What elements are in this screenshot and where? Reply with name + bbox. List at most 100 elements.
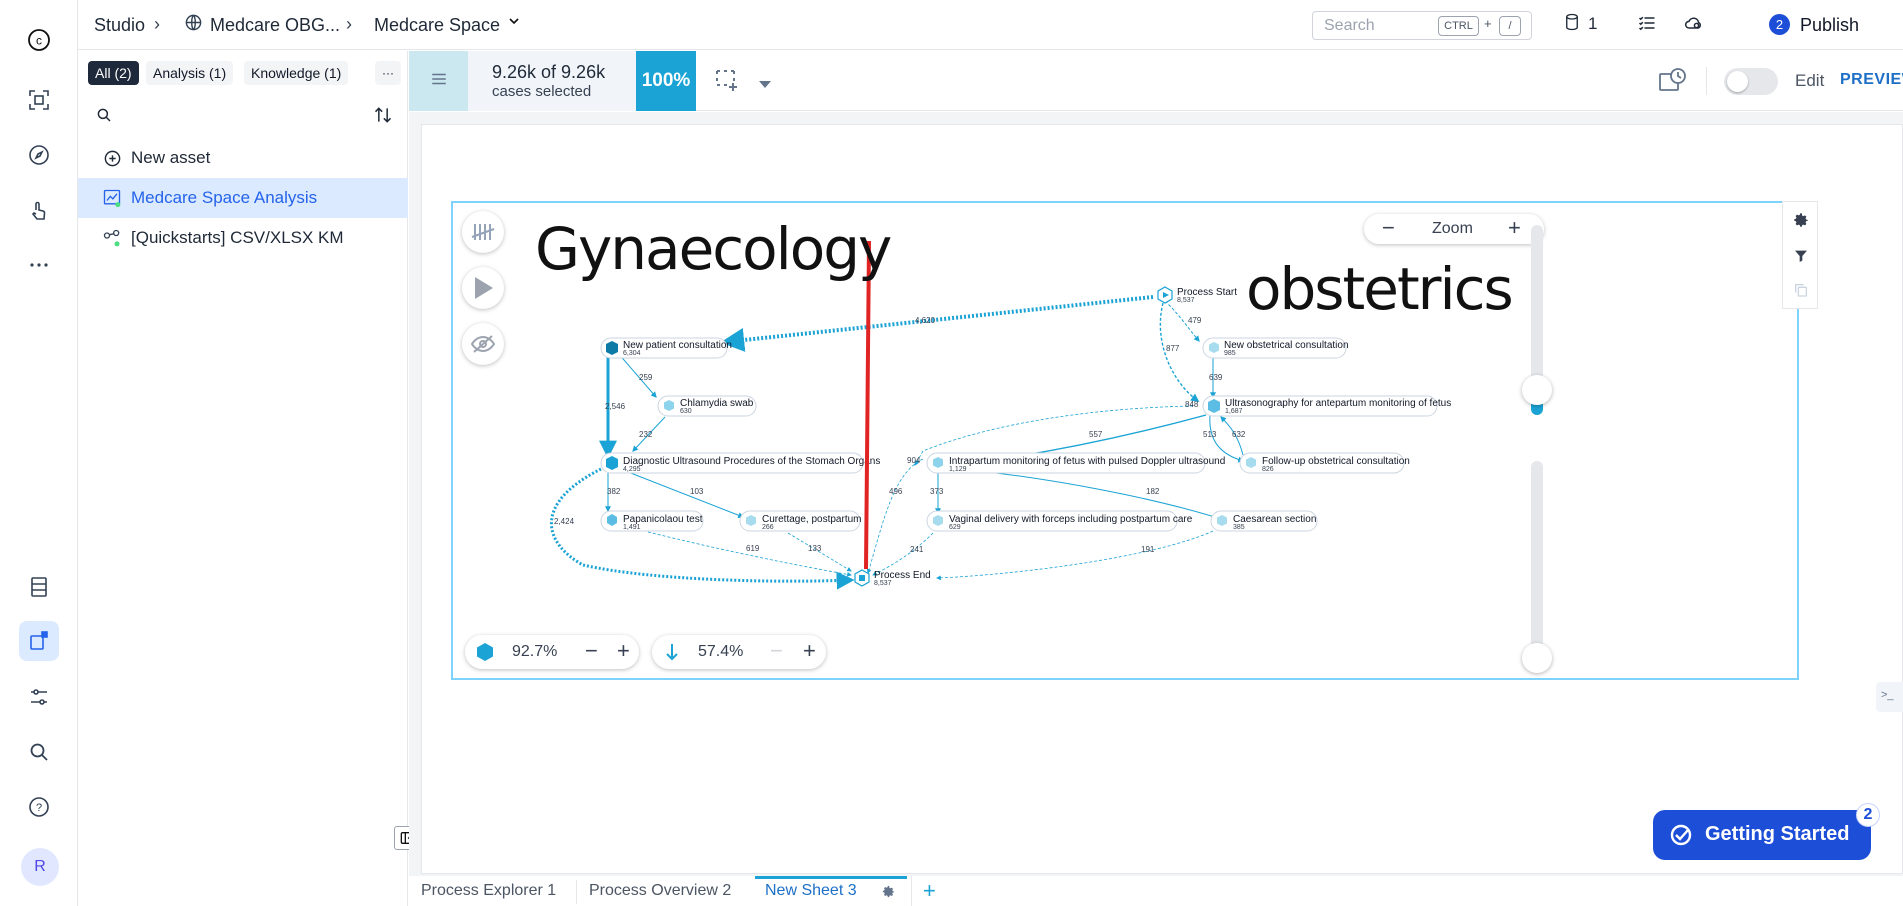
getting-started-label: Getting Started (1705, 823, 1850, 845)
tab-divider (576, 880, 577, 904)
sort-icon[interactable] (372, 105, 394, 130)
preview-button[interactable]: PREVIEW (1840, 71, 1903, 89)
terminal-icon: >_ (1881, 689, 1894, 701)
search-input[interactable]: Search CTRL + / (1312, 11, 1532, 40)
chip-all[interactable]: All (2) (88, 61, 139, 85)
copy-icon[interactable] (1791, 280, 1811, 300)
divider (1706, 67, 1707, 95)
arrow-down-icon (664, 642, 680, 667)
path-increase-button[interactable]: + (803, 639, 816, 663)
activity-increase-button[interactable]: + (617, 639, 630, 663)
node-label: Caesarean section (1233, 514, 1316, 525)
touch-icon[interactable] (19, 191, 59, 231)
help-icon[interactable]: ? (19, 787, 59, 827)
edge-label: 259 (639, 373, 653, 382)
path-vertical-track[interactable] (1531, 461, 1543, 649)
kbd-ctrl: CTRL (1438, 16, 1479, 36)
edge (617, 467, 745, 519)
breadcrumb-package[interactable]: Medcare OBG... (210, 15, 340, 36)
path-slider[interactable]: 57.4% − + (652, 635, 826, 669)
edge-label: 191 (1141, 545, 1155, 554)
breadcrumb-studio[interactable]: Studio (94, 15, 145, 36)
filter-icon[interactable] (1791, 246, 1811, 266)
database-icon[interactable] (1563, 13, 1581, 36)
path-decrease-button[interactable]: − (770, 639, 783, 663)
side-drawer-handle[interactable]: >_ (1876, 682, 1903, 712)
gear-icon[interactable] (1791, 210, 1811, 230)
chevron-down-icon[interactable] (506, 13, 522, 34)
tab-divider (911, 876, 912, 906)
node-new-obstetrical-consultation: New obstetrical consultation 985 (1202, 337, 1349, 359)
hamburger-icon (430, 71, 448, 92)
annotation-divider-line (864, 240, 871, 570)
node-count: 4,295 (623, 466, 641, 473)
edge-label: 4,620 (915, 316, 936, 325)
gear-icon[interactable] (881, 884, 896, 904)
asset-item-knowledge[interactable]: [Quickstarts] CSV/XLSX KM (78, 218, 408, 258)
edge-label: 877 (1166, 344, 1180, 353)
edge-label: 479 (1188, 316, 1202, 325)
new-asset-label: New asset (131, 148, 211, 167)
edge-label: 632 (1232, 430, 1246, 439)
add-sheet-button[interactable]: + (923, 878, 936, 904)
node-label: New obstetrical consultation (1224, 340, 1349, 351)
node-papanicolaou-test: Papanicolaou test 1,491 (600, 510, 704, 532)
edit-label: Edit (1795, 71, 1825, 90)
cases-caption: cases selected (492, 83, 592, 100)
node-count: 385 (1233, 524, 1245, 531)
more-filters-button[interactable]: ··· (375, 61, 401, 85)
publish-button[interactable]: Publish (1800, 15, 1859, 36)
activity-slider[interactable]: 92.7% − + (465, 635, 639, 669)
node-process-end: Process End 8,537 (854, 569, 931, 587)
avatar-initial: R (34, 858, 46, 875)
node-process-start: Process Start 8,537 (1157, 286, 1237, 304)
tab-process-explorer[interactable]: Process Explorer 1 (421, 876, 556, 906)
new-asset-button[interactable]: New asset (78, 138, 408, 178)
svg-text:c: c (36, 34, 42, 48)
process-map[interactable]: − Zoom + 4,620 479 877 259 2,546 232 382… (451, 201, 1799, 680)
node-count: 6,304 (623, 350, 641, 357)
tab-process-overview[interactable]: Process Overview 2 (589, 876, 731, 906)
asset-item-analysis[interactable]: Medcare Space Analysis (78, 178, 408, 218)
settings-sliders-icon[interactable] (19, 677, 59, 717)
edge-label: 848 (1185, 400, 1199, 409)
tab-new-sheet[interactable]: New Sheet 3 (755, 876, 907, 906)
chevron-right-icon: › (346, 14, 352, 34)
sheet: − Zoom + 4,620 479 877 259 2,546 232 382… (421, 124, 1903, 874)
caret-down-icon[interactable] (759, 76, 771, 94)
search-icon[interactable] (95, 106, 113, 129)
activity-value: 92.7% (512, 643, 558, 660)
celonis-logo-icon[interactable]: c (19, 20, 59, 60)
checklist-icon[interactable] (1637, 13, 1657, 38)
node-ultrasonography-antepartum: Ultrasonography for antepartum monitorin… (1202, 395, 1451, 417)
add-filter-icon[interactable] (714, 68, 740, 97)
case-selection-info[interactable]: 9.26k of 9.26k cases selected (468, 51, 636, 111)
node-count: 629 (949, 524, 961, 531)
svg-text:?: ? (36, 802, 42, 814)
more-icon[interactable] (19, 245, 59, 285)
cloud-settings-icon[interactable] (1684, 13, 1704, 38)
node-caesarean-section: Caesarean section 385 (1210, 510, 1318, 532)
menu-button[interactable] (409, 51, 468, 111)
search-icon[interactable] (19, 732, 59, 772)
path-vertical-knob[interactable] (1522, 643, 1552, 673)
toggle-knob (1727, 71, 1748, 92)
studio-icon[interactable] (19, 621, 59, 661)
edge (866, 458, 924, 574)
data-icon[interactable] (19, 567, 59, 607)
kbd-slash: / (1499, 16, 1521, 36)
scan-icon[interactable] (19, 80, 59, 120)
breadcrumb-space[interactable]: Medcare Space (374, 15, 500, 36)
compass-icon[interactable] (19, 135, 59, 175)
node-new-patient-consultation: New patient consultation 6,304 (600, 337, 732, 359)
history-icon[interactable] (1658, 66, 1688, 99)
getting-started-button[interactable]: Getting Started (1653, 810, 1871, 860)
edit-toggle[interactable] (1724, 68, 1778, 95)
activity-vertical-knob[interactable] (1522, 375, 1552, 405)
knowledge-model-icon (102, 228, 122, 248)
chip-analysis[interactable]: Analysis (1) (146, 61, 234, 85)
chip-knowledge[interactable]: Knowledge (1) (244, 61, 349, 85)
edge-label: 241 (910, 545, 924, 554)
activity-decrease-button[interactable]: − (585, 639, 598, 663)
avatar[interactable]: R (21, 848, 59, 886)
